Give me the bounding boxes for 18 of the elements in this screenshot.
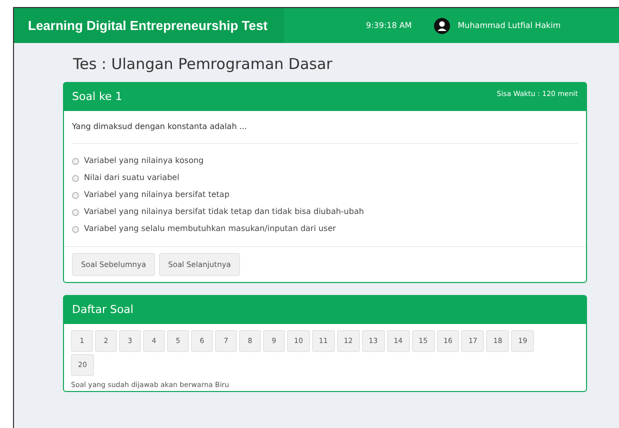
question-number: Soal ke 1 <box>72 88 122 105</box>
answer-option[interactable]: Variabel yang nilainya bersifat tidak tetap dan tidak bisa diubah-ubah <box>72 206 578 218</box>
answer-option[interactable]: Nilai dari suatu variabel <box>72 172 578 184</box>
answer-option[interactable]: Variabel yang selalu membutuhkan masukan/inputan dari user <box>72 223 578 235</box>
app-title: Learning Digital Entrepreneurship Test <box>28 16 268 35</box>
radio-button[interactable] <box>72 208 79 216</box>
answer-option[interactable]: Variabel yang nilainya bersifat tetap <box>72 189 578 201</box>
radio-button[interactable] <box>72 174 79 182</box>
answer-option[interactable]: Variabel yang nilainya kosong <box>72 155 578 167</box>
user-avatar-icon <box>434 18 450 34</box>
user-name: Muhammad Lutfial Hakim <box>458 20 561 32</box>
radio-button[interactable] <box>72 226 79 232</box>
page-title: Tes : Ulangan Pemrograman Dasar <box>73 54 334 75</box>
question-text: Yang dimaksud dengan konstanta adalah ... <box>72 111 578 144</box>
clock-time: 9:39:18 AM <box>366 20 412 32</box>
radio-button[interactable] <box>72 192 79 198</box>
radio-button[interactable] <box>72 158 79 164</box>
list-title: Daftar Soal <box>72 302 134 318</box>
